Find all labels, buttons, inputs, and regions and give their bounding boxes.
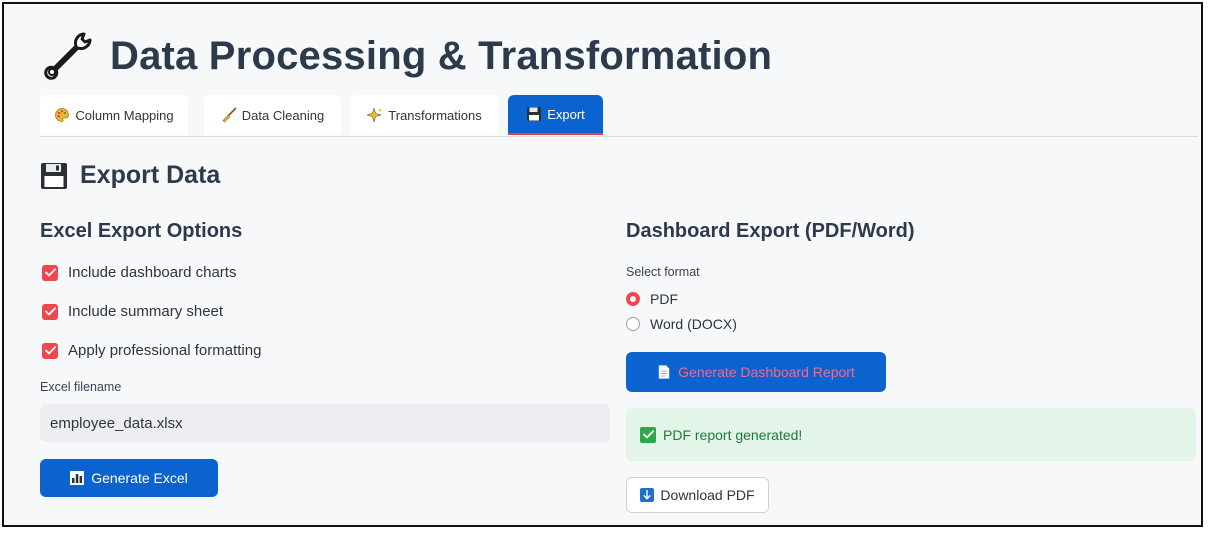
- bar-chart-icon: [70, 471, 85, 485]
- option-label: Include dashboard charts: [68, 264, 237, 281]
- excel-filename-input[interactable]: employee_data.xlsx: [40, 404, 610, 442]
- option-label: Apply professional formatting: [68, 342, 262, 359]
- tab-export[interactable]: Export: [508, 95, 603, 135]
- format-option-pdf[interactable]: PDF: [626, 291, 678, 307]
- button-label: Generate Excel: [91, 470, 188, 486]
- document-icon: [658, 365, 670, 379]
- download-arrow-icon: [640, 488, 655, 502]
- excel-options-heading: Excel Export Options: [40, 220, 243, 242]
- radio-selected[interactable]: [626, 292, 640, 306]
- radio-label: PDF: [650, 291, 678, 307]
- app-frame: Data Processing & Transformation Column …: [2, 2, 1203, 527]
- checkbox-checked[interactable]: [42, 303, 58, 320]
- tab-label: Transformations: [388, 107, 482, 123]
- checkbox-checked[interactable]: [42, 342, 58, 359]
- wrench-icon: [44, 32, 92, 80]
- floppy-disk-icon: [527, 107, 542, 121]
- tab-bar: Column Mapping Data Cleaning Transformat…: [40, 95, 1198, 137]
- broom-icon: [222, 107, 237, 123]
- filename-value: employee_data.xlsx: [50, 414, 183, 432]
- tab-data-cleaning[interactable]: Data Cleaning: [204, 95, 341, 135]
- option-apply-professional-formatting[interactable]: Apply professional formatting: [42, 342, 261, 359]
- button-label: Generate Dashboard Report: [678, 364, 855, 380]
- tab-label: Column Mapping: [75, 107, 174, 123]
- page-header: Data Processing & Transformation: [40, 28, 772, 84]
- palette-icon: [55, 108, 70, 122]
- select-format-label: Select format: [626, 265, 700, 279]
- floppy-disk-icon: [41, 162, 67, 189]
- tab-transformations[interactable]: Transformations: [350, 95, 499, 135]
- section-title: Export Data: [80, 161, 221, 189]
- sparkles-icon: [367, 107, 383, 123]
- radio-label: Word (DOCX): [650, 316, 737, 332]
- button-label: Download PDF: [660, 487, 755, 503]
- success-message: PDF report generated!: [663, 426, 803, 443]
- format-option-word[interactable]: Word (DOCX): [626, 316, 737, 332]
- generate-excel-button[interactable]: Generate Excel: [40, 459, 218, 497]
- tab-label: Data Cleaning: [241, 107, 325, 123]
- download-pdf-button[interactable]: Download PDF: [626, 477, 769, 513]
- option-include-dashboard-charts[interactable]: Include dashboard charts: [42, 264, 236, 281]
- radio-unselected[interactable]: [626, 317, 640, 331]
- success-alert: PDF report generated!: [626, 408, 1196, 461]
- dashboard-export-heading: Dashboard Export (PDF/Word): [626, 220, 915, 242]
- check-mark-icon: [640, 426, 656, 443]
- tab-column-mapping[interactable]: Column Mapping: [40, 95, 188, 135]
- option-label: Include summary sheet: [68, 303, 224, 320]
- checkbox-checked[interactable]: [42, 264, 58, 281]
- option-include-summary-sheet[interactable]: Include summary sheet: [42, 303, 223, 320]
- page-title: Data Processing & Transformation: [110, 33, 773, 78]
- generate-dashboard-report-button[interactable]: Generate Dashboard Report: [626, 352, 886, 392]
- filename-label: Excel filename: [40, 380, 122, 394]
- tab-label: Export: [547, 106, 585, 122]
- section-header: Export Data: [40, 161, 220, 190]
